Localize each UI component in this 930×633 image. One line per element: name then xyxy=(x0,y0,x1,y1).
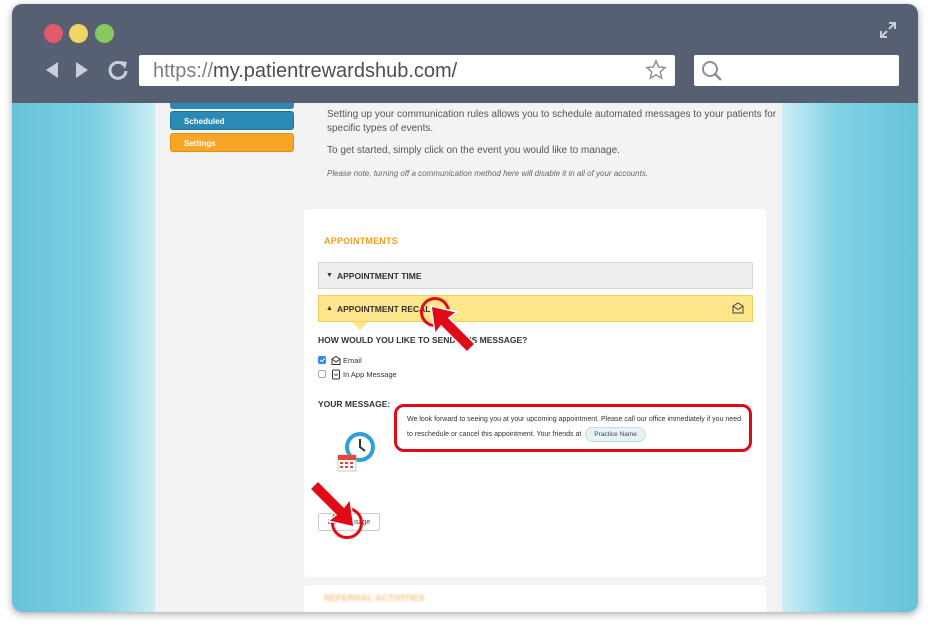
search-bar[interactable] xyxy=(694,55,899,86)
section-title: APPOINTMENTS xyxy=(324,236,398,246)
close-window-button[interactable] xyxy=(44,24,63,43)
search-icon xyxy=(702,61,722,81)
sidebar-item-settings[interactable]: Settings xyxy=(170,133,294,152)
option-label: In App Message xyxy=(343,370,397,379)
in-app-checkbox[interactable] xyxy=(318,370,326,378)
url-text: https://my.patientrewardshub.com/ xyxy=(153,60,458,82)
expand-icon[interactable] xyxy=(880,22,896,38)
accordion-appointment-time[interactable]: ▼ APPOINTMENT TIME xyxy=(318,262,753,289)
sidebar-item-partial[interactable] xyxy=(170,103,294,109)
message-preview: We look forward to seeing you at your up… xyxy=(394,404,752,452)
calendar-clock-icon xyxy=(337,432,375,472)
intro-text-2: specific types of events. xyxy=(327,123,434,134)
back-icon[interactable] xyxy=(44,58,60,82)
sidebar-item-scheduled[interactable]: Scheduled xyxy=(170,111,294,130)
browser-chrome: https://my.patientrewardshub.com/ xyxy=(12,4,918,103)
your-message-label: YOUR MESSAGE: xyxy=(318,399,391,409)
accordion-pointer xyxy=(352,322,368,330)
background-right xyxy=(782,103,918,612)
page-viewport: Scheduled Settings Setting up your commu… xyxy=(12,103,918,612)
address-bar[interactable]: https://my.patientrewardshub.com/ xyxy=(139,55,675,86)
intro-note: Please note, turning off a communication… xyxy=(327,169,649,178)
bookmark-star-icon[interactable] xyxy=(645,59,667,81)
settings-page: Scheduled Settings Setting up your commu… xyxy=(155,103,782,612)
caret-up-icon: ▲ xyxy=(326,305,333,312)
reload-icon[interactable] xyxy=(107,58,129,82)
practice-name-tag: Practice Name xyxy=(585,427,646,442)
intro-text-3: To get started, simply click on the even… xyxy=(327,145,620,156)
delivery-question: HOW WOULD YOU LIKE TO SEND THIS MESSAGE? xyxy=(318,335,528,345)
envelope-icon xyxy=(732,302,744,314)
accordion-label: APPOINTMENT TIME xyxy=(337,271,422,281)
envelope-icon xyxy=(331,355,341,365)
background-left xyxy=(12,103,155,612)
red-arrow-icon xyxy=(430,305,477,354)
browser-window: https://my.patientrewardshub.com/ Schedu… xyxy=(12,4,918,612)
app-message-icon xyxy=(332,369,340,380)
option-label: Email xyxy=(343,356,362,365)
appointments-card: APPOINTMENTS ▼ APPOINTMENT TIME ▲ APPOIN… xyxy=(304,209,766,577)
referral-card: REFERRAL ACTIVITIES xyxy=(304,585,766,612)
minimize-window-button[interactable] xyxy=(69,24,88,43)
forward-icon[interactable] xyxy=(74,58,90,82)
accordion-appointment-recall[interactable]: ▲ APPOINTMENT RECALL xyxy=(318,295,753,322)
intro-text-1: Setting up your communication rules allo… xyxy=(327,109,777,120)
section-title: REFERRAL ACTIVITIES xyxy=(324,593,425,603)
message-text: We look forward to seeing you at your up… xyxy=(407,413,743,442)
maximize-window-button[interactable] xyxy=(95,24,114,43)
email-checkbox[interactable] xyxy=(318,356,326,364)
caret-down-icon: ▼ xyxy=(326,272,333,279)
red-arrow-icon xyxy=(308,479,355,528)
